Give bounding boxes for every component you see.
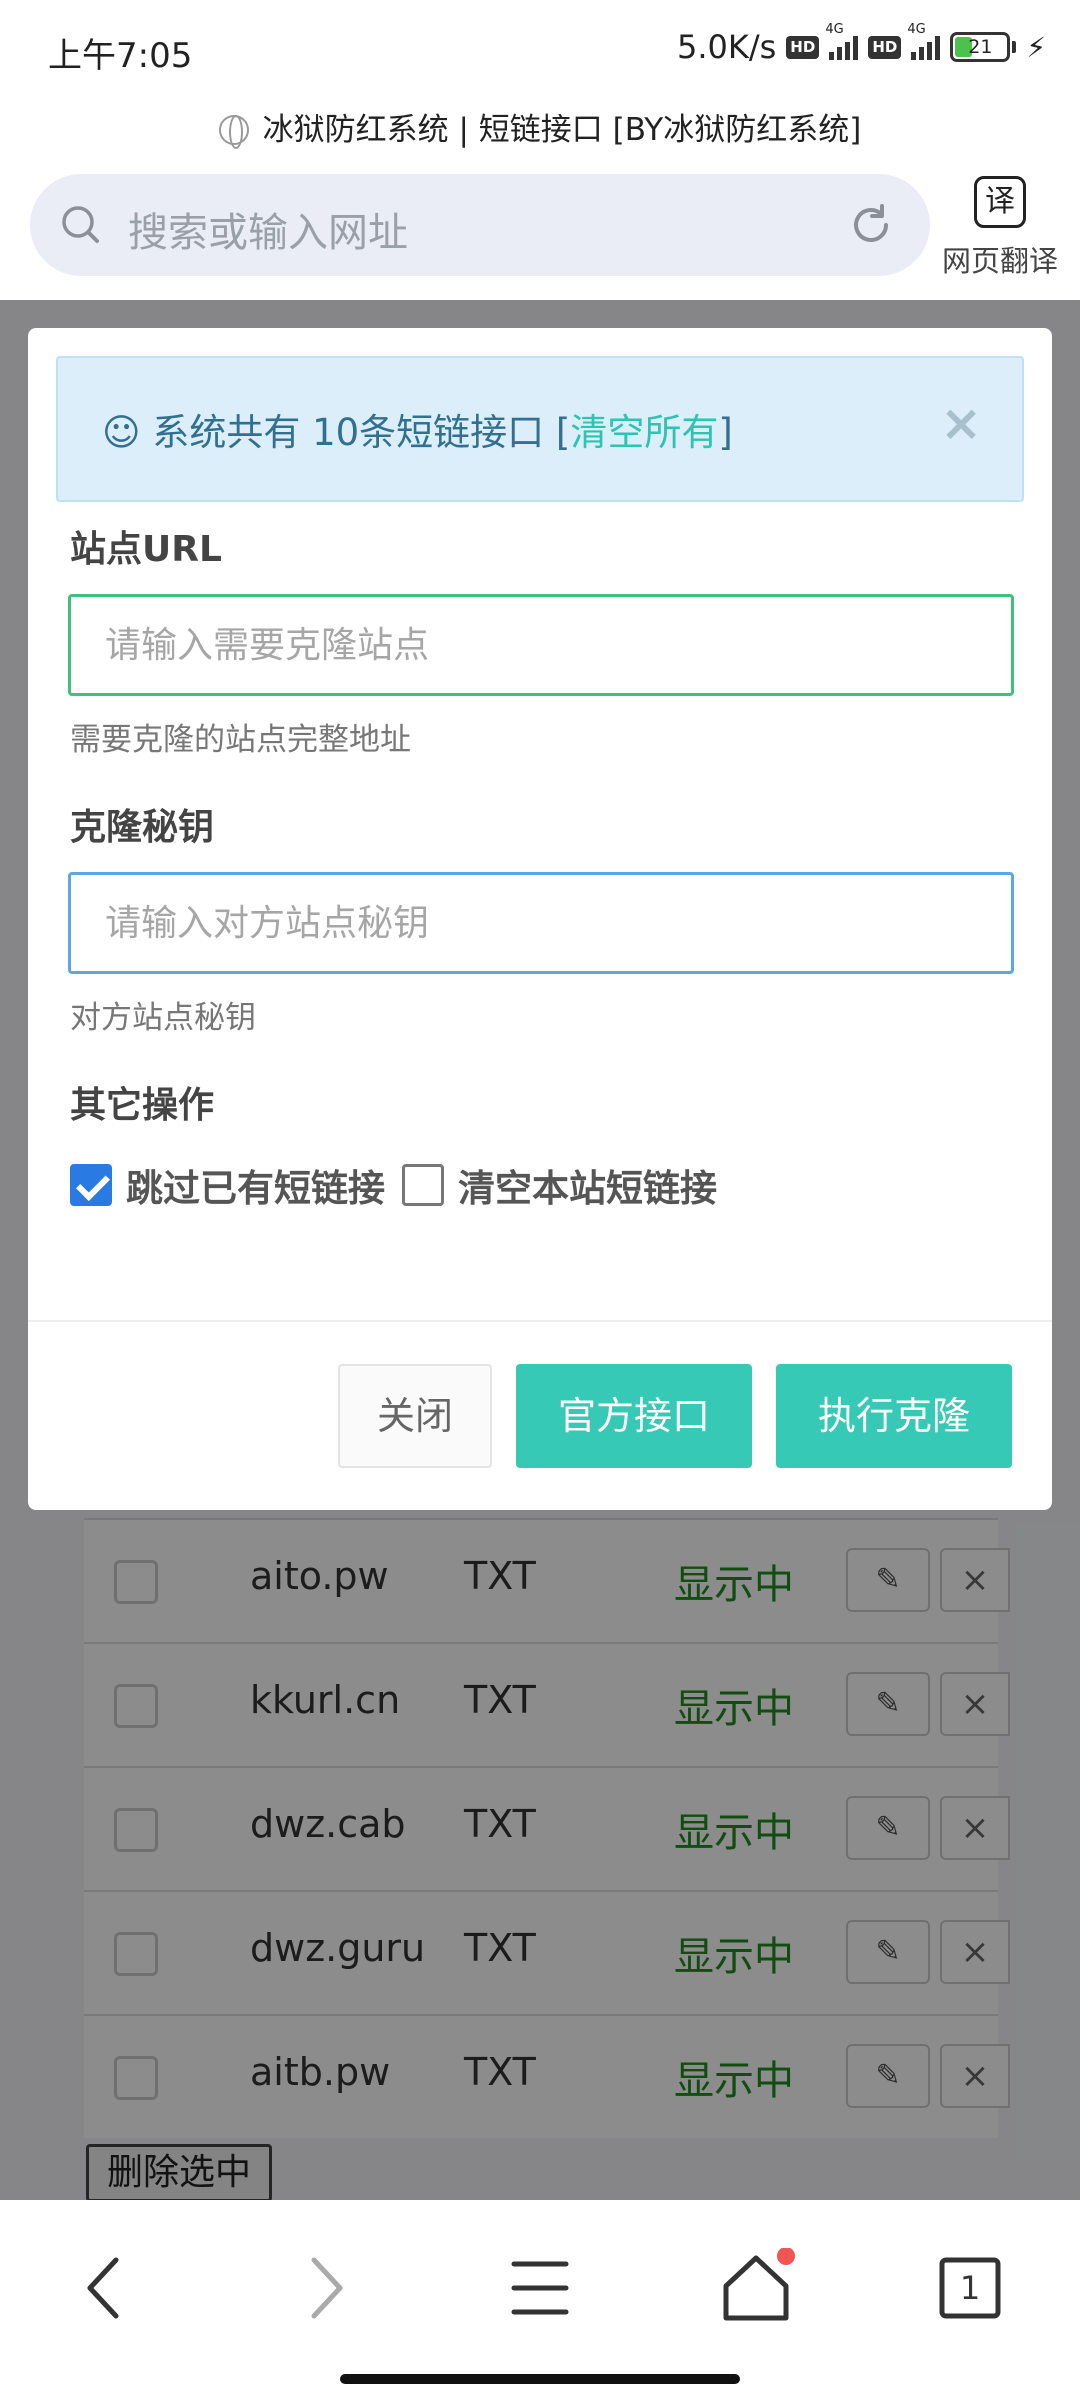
back-icon[interactable]	[66, 2248, 146, 2328]
signal-icon: 4G	[825, 22, 859, 60]
key-label: 克隆秘钥	[70, 807, 215, 848]
search-icon	[62, 206, 99, 243]
reload-icon[interactable]	[848, 202, 894, 248]
url-input[interactable]	[71, 597, 1011, 693]
key-input[interactable]	[71, 875, 1011, 971]
clear-all-link[interactable]: 清空所有	[570, 411, 718, 454]
modal-divider	[28, 1320, 1052, 1322]
key-help: 对方站点秘钥	[70, 1000, 256, 1036]
browser-bottom-bar: 1	[0, 2200, 1080, 2400]
translate-button[interactable]: 译 网页翻译	[940, 176, 1060, 286]
checkbox-unchecked[interactable]	[402, 1164, 444, 1206]
url-label: 站点URL	[70, 529, 222, 570]
globe-icon	[218, 115, 249, 149]
forward-icon[interactable]	[284, 2248, 364, 2328]
execute-clone-button[interactable]: 执行克隆	[776, 1364, 1012, 1468]
url-field[interactable]	[68, 594, 1014, 696]
battery-level: 21	[968, 36, 993, 58]
translate-icon: 译	[974, 176, 1026, 228]
signal-icon-2: 4G	[907, 22, 941, 60]
translate-label: 网页翻译	[941, 244, 1058, 278]
alert-text: ☺ 系统共有 10条短链接口 [清空所有]	[102, 411, 733, 454]
browser-toolbar: 搜索或输入网址 译 网页翻译	[0, 160, 1080, 300]
clear-local-label: 清空本站短链接	[458, 1167, 717, 1210]
official-api-button[interactable]: 官方接口	[516, 1364, 752, 1468]
close-button[interactable]: 关闭	[338, 1364, 492, 1468]
home-indicator[interactable]	[340, 2374, 740, 2384]
network-speed: 5.0K/s	[676, 28, 777, 66]
url-help: 需要克隆的站点完整地址	[70, 722, 411, 758]
tabs-button[interactable]: 1	[930, 2248, 1010, 2328]
skip-existing-checkbox[interactable]: 跳过已有短链接	[70, 1158, 385, 1212]
address-bar[interactable]: 搜索或输入网址	[30, 174, 930, 276]
info-alert: ☺ 系统共有 10条短链接口 [清空所有] ×	[56, 356, 1024, 502]
clock: 上午7:05	[48, 36, 193, 76]
home-icon[interactable]	[716, 2248, 796, 2328]
status-icons: 5.0K/s HD 4G HD 4G 21 ⚡	[676, 22, 1046, 66]
close-icon[interactable]: ×	[940, 394, 982, 452]
hd-icon-2: HD	[868, 35, 902, 59]
skip-existing-label: 跳过已有短链接	[126, 1167, 385, 1210]
menu-icon[interactable]	[500, 2248, 580, 2328]
clone-modal: ☺ 系统共有 10条短链接口 [清空所有] × 站点URL 需要克隆的站点完整地…	[28, 328, 1052, 1510]
other-ops-label: 其它操作	[70, 1085, 215, 1126]
clear-local-checkbox[interactable]: 清空本站短链接	[402, 1158, 717, 1212]
address-placeholder: 搜索或输入网址	[128, 210, 408, 256]
hd-icon: HD	[786, 35, 820, 59]
bolt-icon: ⚡	[1026, 30, 1046, 64]
tabs-count: 1	[959, 2269, 981, 2307]
checkbox-checked[interactable]	[70, 1164, 112, 1206]
battery-icon: 21	[950, 32, 1017, 62]
status-bar: 上午7:05 5.0K/s HD 4G HD 4G 21 ⚡	[0, 0, 1080, 104]
key-field[interactable]	[68, 872, 1014, 974]
page-title-text: 冰狱防红系统 | 短链接口 [BY冰狱防红系统]	[262, 112, 862, 148]
page-title: 冰狱防红系统 | 短链接口 [BY冰狱防红系统]	[0, 104, 1080, 156]
